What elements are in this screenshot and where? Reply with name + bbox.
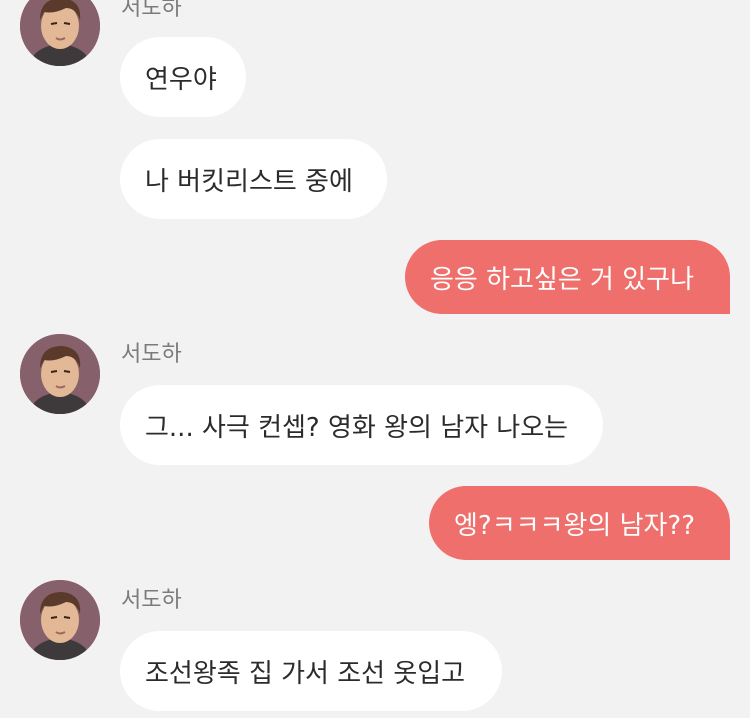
chat-thread: 서도하 연우야 나 버킷리스트 중에 응응 하고싶은 거 있구나 서도하 그..… bbox=[0, 0, 750, 718]
avatar[interactable] bbox=[20, 0, 100, 66]
sender-name: 서도하 bbox=[121, 588, 182, 613]
message-text: 그... 사극 컨셉? 영화 왕의 남자 나오는 bbox=[145, 412, 569, 443]
message-bubble-outgoing[interactable]: 응응 하고싶은 거 있구나 bbox=[405, 240, 730, 314]
message-bubble-incoming[interactable]: 연우야 bbox=[120, 37, 246, 117]
message-text: 응응 하고싶은 거 있구나 bbox=[430, 264, 694, 295]
sender-name: 서도하 bbox=[121, 0, 182, 21]
avatar[interactable] bbox=[20, 334, 100, 414]
avatar[interactable] bbox=[20, 580, 100, 660]
message-text: 엥?ㅋㅋㅋ왕의 남자?? bbox=[454, 510, 696, 541]
message-text: 조선왕족 집 가서 조선 옷입고 bbox=[145, 658, 466, 689]
message-bubble-incoming[interactable]: 나 버킷리스트 중에 bbox=[120, 139, 387, 219]
message-text: 나 버킷리스트 중에 bbox=[145, 166, 353, 197]
message-bubble-incoming[interactable]: 그... 사극 컨셉? 영화 왕의 남자 나오는 bbox=[120, 385, 603, 465]
sender-name: 서도하 bbox=[121, 342, 182, 367]
message-bubble-outgoing[interactable]: 엥?ㅋㅋㅋ왕의 남자?? bbox=[429, 486, 730, 560]
message-bubble-incoming[interactable]: 조선왕족 집 가서 조선 옷입고 bbox=[120, 631, 502, 711]
message-text: 연우야 bbox=[145, 64, 217, 95]
